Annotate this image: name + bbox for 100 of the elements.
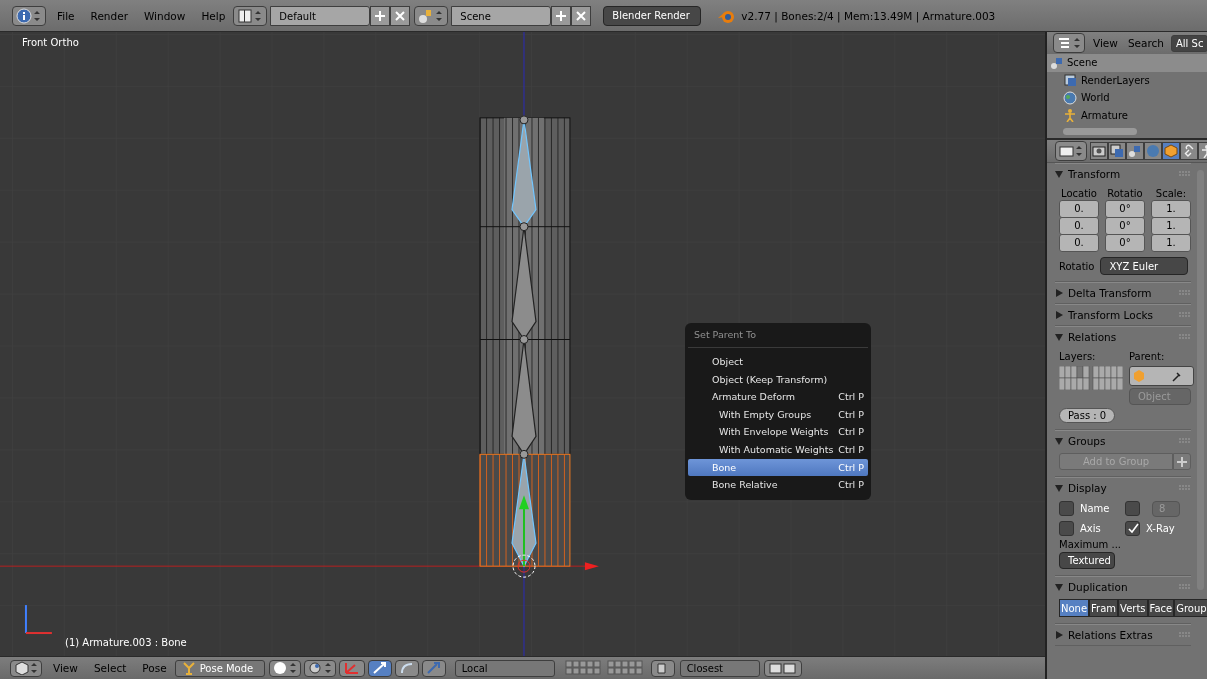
- cursor-icon: [512, 554, 536, 578]
- snap-target-dropdown[interactable]: Closest: [679, 659, 760, 677]
- scene-button[interactable]: [414, 5, 449, 26]
- render-button[interactable]: [763, 659, 802, 677]
- pose-icon: [181, 661, 196, 675]
- menu-item[interactable]: Bone Relative Ctrl P: [688, 476, 868, 494]
- close-button[interactable]: [571, 5, 592, 26]
- outliner-item[interactable]: Armature: [1047, 106, 1207, 124]
- menu-item[interactable]: File: [49, 9, 83, 22]
- panel-header[interactable]: Delta Transform: [1055, 282, 1191, 303]
- number-field[interactable]: 0°: [1105, 217, 1145, 235]
- menu-item[interactable]: View: [1088, 37, 1123, 49]
- snap-button[interactable]: [650, 659, 675, 677]
- shading-button[interactable]: [268, 659, 301, 677]
- arrow-icon: [371, 661, 388, 675]
- menu-item[interactable]: Render: [82, 9, 136, 22]
- orientation-dropdown[interactable]: Local: [454, 659, 555, 677]
- add-button[interactable]: [551, 5, 572, 26]
- scrollbar[interactable]: [1063, 128, 1137, 135]
- menu-item[interactable]: With Empty Groups Ctrl P: [688, 405, 868, 424]
- view-name: Front Ortho: [22, 37, 79, 48]
- checkbox-label: Name: [1080, 503, 1110, 514]
- field-label: Layers:: [1059, 350, 1097, 364]
- panel-header[interactable]: Transform: [1055, 163, 1191, 184]
- editor-type-button[interactable]: [1053, 33, 1085, 53]
- rotation-mode-dropdown[interactable]: XYZ Euler: [1100, 257, 1189, 275]
- number-field[interactable]: 1.: [1151, 234, 1191, 252]
- panel-header[interactable]: Transform Locks: [1055, 304, 1191, 325]
- panel-header[interactable]: Relations Extras: [1055, 624, 1191, 645]
- editor-type-button[interactable]: [10, 659, 42, 677]
- outliner-item[interactable]: World: [1047, 89, 1207, 107]
- checkbox[interactable]: [1059, 501, 1074, 516]
- menu-item[interactable]: Bone Ctrl P: [688, 458, 868, 477]
- segment-button[interactable]: Verts: [1118, 599, 1148, 617]
- segment-button[interactable]: Face: [1147, 599, 1175, 617]
- scene-icon: [1128, 144, 1142, 158]
- translate-button[interactable]: [367, 659, 392, 677]
- panel-header[interactable]: Groups: [1055, 430, 1191, 451]
- menu-item[interactable]: Armature Deform Ctrl P: [688, 388, 868, 406]
- pass-index-field[interactable]: Pass : 0: [1059, 408, 1116, 423]
- display-mode-dropdown[interactable]: All Sc: [1171, 34, 1207, 52]
- parent-field[interactable]: [1129, 366, 1194, 386]
- menu-item[interactable]: Object (Keep Transform): [688, 370, 868, 389]
- menu-item[interactable]: Window: [135, 9, 194, 22]
- menu-item[interactable]: Help: [193, 9, 234, 22]
- plus-icon: [1177, 456, 1187, 467]
- properties-tab[interactable]: [1108, 142, 1126, 160]
- mode-dropdown[interactable]: Pose Mode: [174, 659, 265, 677]
- rotate-button[interactable]: [394, 659, 419, 677]
- number-field[interactable]: 1.: [1151, 200, 1191, 218]
- list-icon: [1057, 36, 1081, 50]
- properties-tab[interactable]: [1090, 142, 1108, 160]
- editor-type-button[interactable]: [1055, 141, 1087, 161]
- properties-tab[interactable]: [1180, 142, 1198, 160]
- screen-layout-button[interactable]: [233, 5, 268, 26]
- info-icon: [16, 7, 42, 24]
- editor-type-button[interactable]: [12, 5, 46, 26]
- panel-header[interactable]: Display: [1055, 477, 1191, 498]
- panel-header[interactable]: Duplication: [1055, 576, 1191, 597]
- checkbox[interactable]: [1059, 521, 1074, 536]
- screen-layout-field[interactable]: Default: [270, 5, 371, 26]
- close-button[interactable]: [390, 5, 411, 26]
- scene-field[interactable]: Scene: [451, 5, 552, 26]
- camera-icon: [1092, 144, 1106, 158]
- number-field[interactable]: 0°: [1105, 234, 1145, 252]
- number-field[interactable]: 0.: [1059, 200, 1099, 218]
- scale-button[interactable]: [421, 659, 446, 677]
- render-engine-dropdown[interactable]: Blender Render: [603, 5, 702, 26]
- menu-item[interactable]: With Automatic Weights Ctrl P: [688, 440, 868, 459]
- menu-item[interactable]: With Envelope Weights Ctrl P: [688, 423, 868, 441]
- field-label: Rotatio: [1107, 187, 1143, 201]
- sphere-icon: [272, 661, 297, 675]
- segment-button[interactable]: Fram: [1089, 599, 1119, 617]
- outliner-item[interactable]: Scene: [1047, 54, 1207, 72]
- menu-item[interactable]: Pose: [134, 662, 175, 674]
- properties-tab[interactable]: [1126, 142, 1144, 160]
- segment-button[interactable]: Group: [1174, 599, 1207, 617]
- draw-type-dropdown[interactable]: Textured: [1059, 552, 1115, 569]
- menu-item[interactable]: Search: [1122, 37, 1169, 49]
- properties-tab[interactable]: [1162, 142, 1180, 160]
- menu-item[interactable]: View: [45, 662, 86, 674]
- pivot-button[interactable]: [303, 659, 336, 677]
- menu-item[interactable]: Select: [85, 662, 135, 674]
- checkbox[interactable]: [1125, 501, 1140, 516]
- panel-icon: [1059, 144, 1083, 158]
- number-field[interactable]: 0.: [1059, 217, 1099, 235]
- panel-header[interactable]: Relations: [1055, 326, 1191, 347]
- segment-button[interactable]: None: [1059, 599, 1090, 617]
- render-icon: [767, 661, 798, 675]
- number-field[interactable]: 1.: [1151, 217, 1191, 235]
- number-field[interactable]: 0°: [1105, 200, 1145, 218]
- number-field[interactable]: 0.: [1059, 234, 1099, 252]
- menu-item[interactable]: Object: [688, 353, 868, 371]
- pivot-icon: [307, 661, 332, 675]
- checkbox[interactable]: [1125, 521, 1140, 536]
- close-icon: [575, 9, 588, 22]
- field-label: Locatio: [1061, 187, 1097, 201]
- add-button[interactable]: [370, 5, 391, 26]
- outliner-item[interactable]: RenderLayers: [1047, 71, 1207, 89]
- globe-icon: [1063, 90, 1079, 105]
